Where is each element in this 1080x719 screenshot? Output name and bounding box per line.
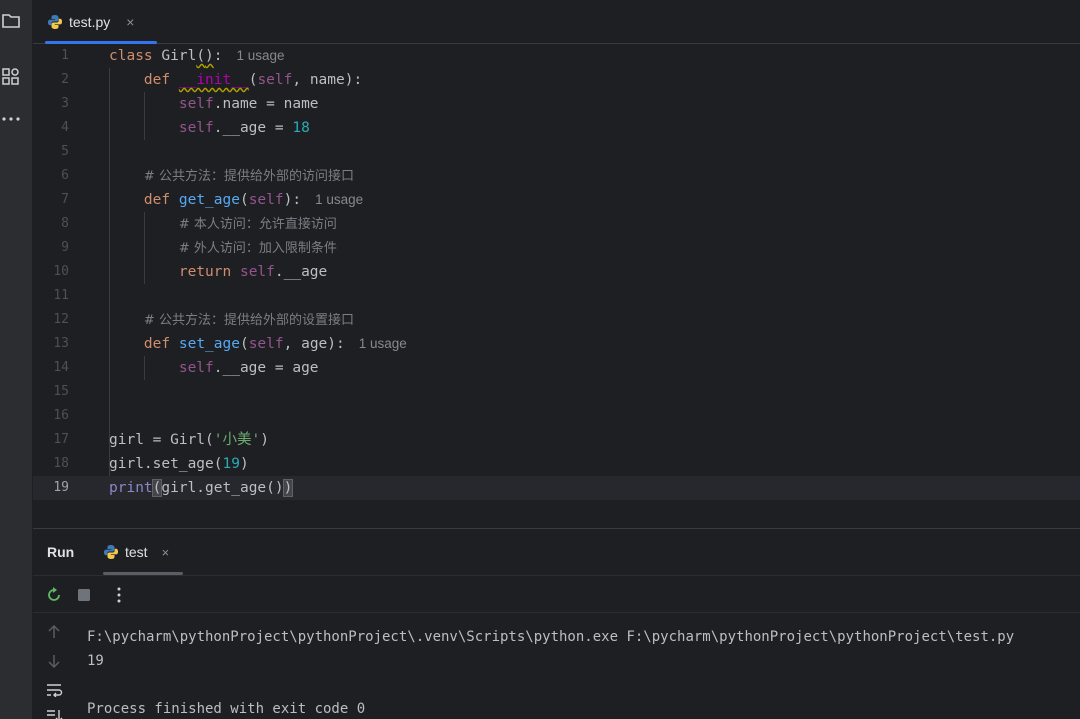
code-comment: # 外人访问：加入限制条件 (178, 241, 337, 256)
structure-icon[interactable] (0, 66, 22, 88)
line-number: 16 (53, 408, 69, 423)
line-number: 12 (53, 312, 69, 327)
console-exit-line: Process finished with exit code 0 (87, 701, 366, 717)
line-number: 5 (61, 144, 69, 159)
scroll-down-icon[interactable] (43, 650, 65, 672)
console-command-line: F:\pycharm\pythonProject\pythonProject\.… (87, 629, 1015, 645)
line-number: 3 (61, 96, 69, 111)
editor-tab-bar: test.py × (33, 0, 1080, 44)
tab-test-py[interactable]: test.py × (45, 0, 157, 44)
usage-hint[interactable]: 1 usage (359, 336, 407, 351)
console-output[interactable]: F:\pycharm\pythonProject\pythonProject\.… (87, 613, 1080, 719)
code-line[interactable]: 12 # 公共方法：提供给外部的设置接口 (33, 308, 1080, 332)
run-toolbar (33, 575, 1080, 613)
usage-hint[interactable]: 1 usage (315, 192, 363, 207)
code-line[interactable]: 16 (33, 404, 1080, 428)
line-number: 11 (53, 288, 69, 303)
line-number: 15 (53, 384, 69, 399)
line-number: 2 (61, 72, 69, 87)
code-line[interactable]: 15 (33, 380, 1080, 404)
line-number: 7 (61, 192, 69, 207)
activity-bar (0, 0, 33, 719)
rerun-icon[interactable] (43, 584, 65, 606)
code-editor[interactable]: 1 class Girl(): 1 usage 2 def __init__(se… (33, 44, 1080, 528)
code-line-current[interactable]: 19 print(girl.get_age()) (33, 476, 1080, 500)
run-header: Run test × (33, 529, 1080, 575)
line-number: 6 (61, 168, 69, 183)
code-line[interactable]: 3 self.name = name (33, 92, 1080, 116)
line-number: 18 (53, 456, 69, 471)
code-line[interactable]: 8 # 本人访问：允许直接访问 (33, 212, 1080, 236)
code-comment: # 公共方法：提供给外部的访问接口 (143, 169, 354, 184)
python-run-icon (104, 545, 118, 559)
line-number: 1 (61, 48, 69, 63)
code-line[interactable]: 14 self.__age = age (33, 356, 1080, 380)
run-tool-window: Run test × F:\pycharm\pythonProject\pyth… (33, 528, 1080, 719)
code-line[interactable]: 18 girl.set_age(19) (33, 452, 1080, 476)
code-line[interactable]: 2 def __init__(self, name): (33, 68, 1080, 92)
code-line[interactable]: 7 def get_age(self): 1 usage (33, 188, 1080, 212)
line-number: 8 (61, 216, 69, 231)
code-line[interactable]: 11 (33, 284, 1080, 308)
line-number: 13 (53, 336, 69, 351)
line-number: 14 (53, 360, 69, 375)
code-line[interactable]: 17 girl = Girl('小美') (33, 428, 1080, 452)
project-folder-icon[interactable] (0, 10, 22, 32)
code-comment: # 本人访问：允许直接访问 (178, 217, 337, 232)
python-file-icon (48, 15, 62, 29)
code-line[interactable]: 1 class Girl(): 1 usage (33, 44, 1080, 68)
code-line[interactable]: 9 # 外人访问：加入限制条件 (33, 236, 1080, 260)
line-number: 19 (53, 480, 69, 495)
tab-close-icon[interactable]: × (126, 14, 134, 30)
more-icon[interactable] (0, 108, 22, 130)
more-options-icon[interactable] (108, 584, 130, 606)
run-tab-close-icon[interactable]: × (162, 545, 170, 560)
code-line[interactable]: 13 def set_age(self, age): 1 usage (33, 332, 1080, 356)
console-side-toolbar (33, 613, 73, 719)
tab-filename: test.py (69, 14, 111, 30)
line-number: 9 (61, 240, 69, 255)
code-comment: # 公共方法：提供给外部的设置接口 (143, 313, 354, 328)
line-number: 17 (53, 432, 69, 447)
run-tab-name: test (125, 544, 148, 560)
code-line[interactable]: 5 (33, 140, 1080, 164)
run-title: Run (47, 544, 75, 560)
console-output-line: 19 (87, 653, 104, 669)
scroll-to-end-icon[interactable] (43, 705, 65, 719)
line-number: 4 (61, 120, 69, 135)
code-line[interactable]: 10 return self.__age (33, 260, 1080, 284)
run-tab-test[interactable]: test × (103, 529, 183, 575)
code-line[interactable]: 4 self.__age = 18 (33, 116, 1080, 140)
usage-hint[interactable]: 1 usage (237, 48, 285, 63)
soft-wrap-icon[interactable] (43, 679, 65, 701)
code-line[interactable]: 6 # 公共方法：提供给外部的访问接口 (33, 164, 1080, 188)
line-number: 10 (53, 264, 69, 279)
scroll-up-icon[interactable] (43, 621, 65, 643)
stop-icon[interactable] (73, 584, 95, 606)
